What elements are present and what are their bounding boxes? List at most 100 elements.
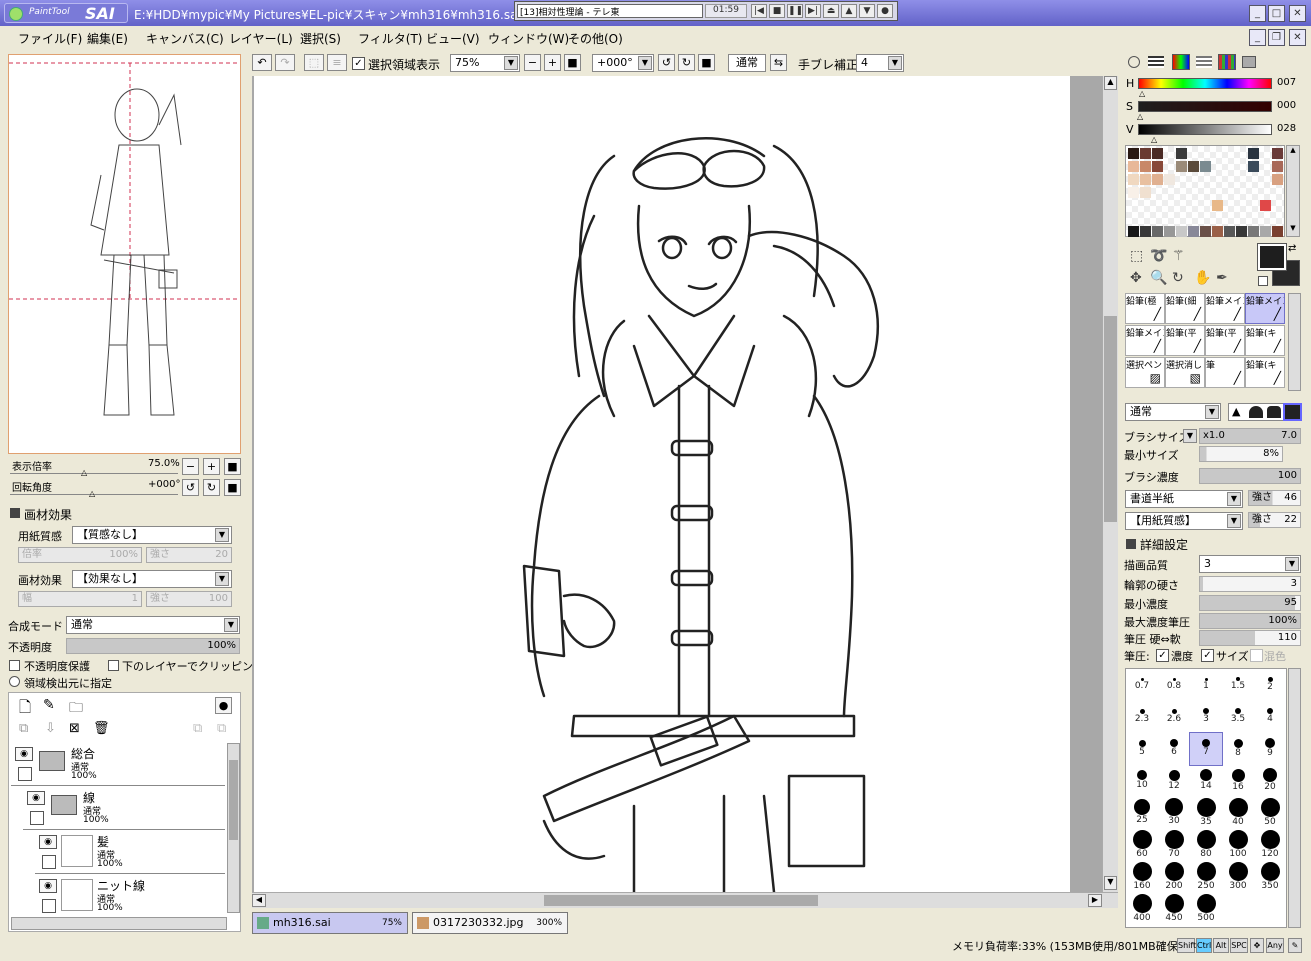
invert-select-icon[interactable]: ≡ — [327, 54, 347, 71]
brush-size-cell[interactable]: 40 — [1222, 797, 1254, 829]
min-density-slider[interactable]: 95 — [1199, 595, 1301, 611]
flip-icon[interactable]: ⇆ — [770, 54, 787, 71]
brush-size-cell[interactable]: 1 — [1190, 669, 1222, 701]
brush-size-cell[interactable]: 120 — [1254, 829, 1286, 861]
menu-window[interactable]: ウィンドウ(W) — [488, 30, 569, 47]
pause-icon[interactable]: ❚❚ — [787, 4, 803, 18]
zoom-reset-button[interactable]: ■ — [224, 458, 241, 475]
zoom-out-icon[interactable]: − — [524, 54, 541, 71]
protect-checkbox[interactable] — [9, 660, 20, 671]
color-swatch[interactable] — [1248, 148, 1259, 159]
chevron-down-icon[interactable]: ▼ — [1285, 557, 1299, 571]
brush-size-cell[interactable]: 100 — [1222, 829, 1254, 861]
color-swatch[interactable] — [1248, 226, 1259, 237]
layer-scrollbar[interactable] — [227, 743, 240, 913]
hardness-slider[interactable]: 110 — [1199, 630, 1301, 646]
layer-row[interactable]: ◉ 線 通常 100% — [23, 787, 225, 830]
rotate-reset-icon[interactable]: ■ — [698, 54, 715, 71]
canvas-vscrollbar[interactable]: ▲ ▼ — [1102, 76, 1118, 892]
brush-size-cell[interactable]: 80 — [1190, 829, 1222, 861]
brush-size-cell[interactable]: 4 — [1254, 701, 1286, 733]
layer-row[interactable]: ◉ 総合 通常 100% — [11, 743, 225, 786]
color-swatch[interactable] — [1188, 161, 1199, 172]
apply-mask-icon[interactable]: ⧉ — [193, 721, 202, 736]
zoom-out-button[interactable]: − — [182, 458, 199, 475]
new-layer-icon[interactable]: 🗋 — [19, 697, 31, 722]
move-icon[interactable]: ✥ — [1130, 270, 1142, 286]
chevron-down-icon[interactable]: ▼ — [215, 528, 229, 542]
scroll-down-icon[interactable]: ▼ — [1287, 224, 1299, 236]
brush-size-cell[interactable]: 2.6 — [1158, 701, 1190, 733]
brush-size-cell[interactable]: 300 — [1222, 861, 1254, 893]
value-slider[interactable] — [1138, 124, 1272, 135]
brush-size-cell[interactable]: 6 — [1158, 733, 1190, 765]
new-folder-icon[interactable]: 🗀 — [69, 697, 83, 721]
tool-button[interactable]: 筆 ╱ — [1205, 357, 1245, 388]
eject-icon[interactable]: ⏏ — [823, 4, 839, 18]
color-swatch[interactable] — [1164, 174, 1175, 185]
scratchpad-icon[interactable] — [1242, 56, 1256, 68]
color-swatch[interactable] — [1152, 161, 1163, 172]
brush-size-cell[interactable]: 3 — [1190, 701, 1222, 733]
scroll-right-icon[interactable]: ▶ — [1088, 894, 1102, 907]
zoom-in-button[interactable]: + — [203, 458, 220, 475]
paper-select[interactable]: 【質感なし】 — [72, 526, 232, 544]
brush-size-cell[interactable]: 14 — [1190, 765, 1222, 797]
up-icon[interactable]: ▲ — [841, 4, 857, 18]
min-size-slider[interactable]: 8% — [1199, 446, 1283, 462]
menu-edit[interactable]: 編集(E) — [87, 30, 128, 47]
copy-layer-icon[interactable]: ⧉ — [19, 721, 28, 736]
rotate-reset-button[interactable]: ■ — [224, 479, 241, 496]
size-scrollbar[interactable] — [1288, 668, 1301, 928]
deselect-icon[interactable]: ⬚ — [304, 54, 324, 71]
tool-button[interactable]: 鉛筆(キ ╱ — [1245, 325, 1285, 356]
layer-lock-checkbox[interactable] — [42, 899, 56, 913]
effect-width-slider[interactable]: 幅1 — [18, 591, 142, 607]
brush-size-cell[interactable]: 70 — [1158, 829, 1190, 861]
selection-show-checkbox[interactable]: ✓ — [352, 57, 365, 70]
doc-restore-button[interactable]: ❐ — [1268, 29, 1285, 46]
opacity-slider[interactable]: 100% — [66, 638, 240, 654]
swatches-icon[interactable] — [1218, 54, 1236, 70]
navigator-panel[interactable] — [8, 54, 241, 454]
brush-size-cell[interactable]: 200 — [1158, 861, 1190, 893]
stop-icon[interactable]: ■ — [769, 4, 785, 18]
shape-round-icon[interactable] — [1249, 406, 1263, 418]
brush-size-cell[interactable]: 25 — [1126, 797, 1158, 829]
menu-select[interactable]: 選択(S) — [300, 30, 341, 47]
color-swatch[interactable] — [1128, 174, 1139, 185]
pressure-size-checkbox[interactable]: ✓ — [1201, 649, 1214, 662]
brush-size-cell[interactable]: 2.3 — [1126, 701, 1158, 733]
minimize-button[interactable]: _ — [1249, 5, 1266, 22]
color-swatch[interactable] — [1272, 161, 1283, 172]
tool-button[interactable]: 鉛筆メイン╱ — [1205, 293, 1245, 324]
chevron-down-icon[interactable]: ▼ — [1227, 514, 1241, 528]
rgb-slider-icon[interactable] — [1148, 56, 1164, 68]
color-swatch[interactable] — [1128, 161, 1139, 172]
scroll-left-icon[interactable]: ◀ — [252, 894, 266, 907]
trash-icon[interactable]: 🗑 — [93, 721, 110, 736]
color-swatch[interactable] — [1260, 226, 1271, 237]
color-swatch[interactable] — [1176, 161, 1187, 172]
color-swatch[interactable] — [1140, 187, 1151, 198]
brush-size-cell[interactable]: 250 — [1190, 861, 1222, 893]
brush-size-cell[interactable]: 5 — [1126, 733, 1158, 765]
color-swatch[interactable] — [1260, 200, 1271, 211]
brush-shape-selector[interactable]: ▲ — [1228, 403, 1302, 421]
effect-select[interactable]: 【効果なし】 — [72, 570, 232, 588]
hsv-slider-icon[interactable] — [1172, 54, 1190, 70]
color-swatch[interactable] — [1128, 187, 1139, 198]
chevron-down-icon[interactable]: ▼ — [1183, 429, 1197, 443]
source-radio[interactable] — [9, 676, 20, 687]
zoom-reset-icon[interactable]: ■ — [564, 54, 581, 71]
layer-lock-checkbox[interactable] — [42, 855, 56, 869]
brush-size-cell[interactable]: 30 — [1158, 797, 1190, 829]
doc-minimize-button[interactable]: _ — [1249, 29, 1266, 46]
brush-size-cell[interactable]: 450 — [1158, 893, 1190, 925]
hue-thumb-icon[interactable]: △ — [1139, 89, 1145, 98]
eye-icon[interactable]: ◉ — [27, 791, 45, 805]
collapse-icon[interactable] — [10, 508, 20, 518]
tool-button[interactable]: 鉛筆(細 ╱ — [1165, 293, 1205, 324]
layer-lock-checkbox[interactable] — [18, 767, 32, 781]
size-slider[interactable]: x1.0 7.0 — [1199, 428, 1301, 444]
